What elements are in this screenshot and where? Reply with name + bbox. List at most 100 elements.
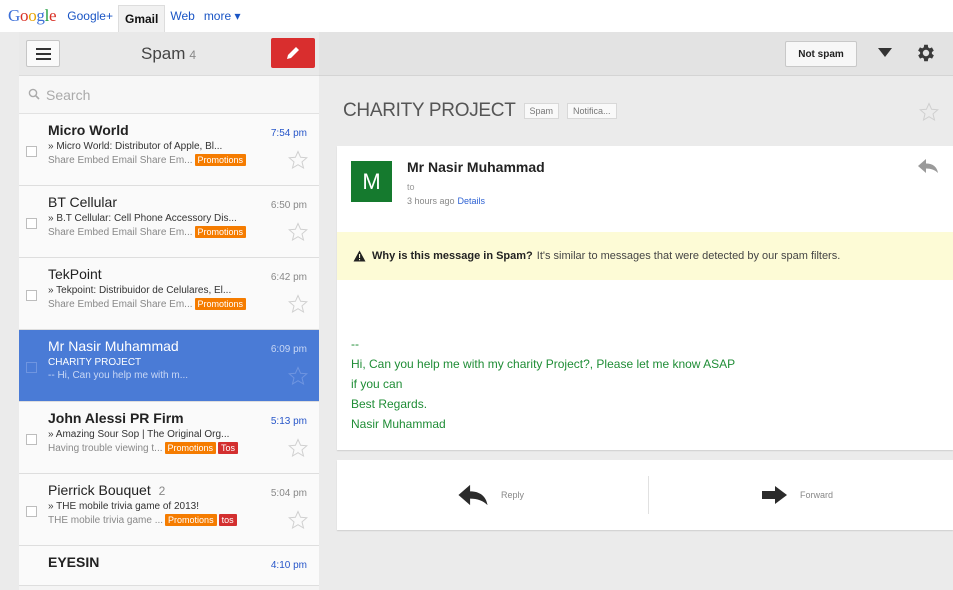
sender-name[interactable]: Mr Nasir Muhammad [407, 159, 545, 175]
reply-arrow-icon[interactable] [917, 158, 939, 174]
promotions-tag[interactable]: Promotions [164, 442, 217, 454]
forward-button[interactable]: Forward [762, 460, 833, 530]
search-icon [28, 88, 41, 101]
body-line: Nasir Muhammad [351, 417, 446, 431]
search-input[interactable]: Search [19, 76, 319, 114]
warning-text: It's similar to messages that were detec… [536, 250, 841, 262]
message-card: M Mr Nasir Muhammad to 3 hours ago Detail… [337, 146, 953, 450]
message-time: 3 hours ago Details [407, 196, 485, 206]
not-spam-button[interactable]: Not spam [785, 41, 857, 67]
label-spam[interactable]: Spam [523, 103, 560, 119]
list-item[interactable]: BT Cellular 6:50 pm » B.T Cellular: Cell… [19, 186, 319, 258]
details-link[interactable]: Details [458, 196, 486, 206]
body-line: -- [351, 337, 359, 351]
message-body: -- Hi, Can you help me with my charity P… [351, 334, 735, 434]
forward-label: Forward [800, 490, 834, 500]
star-icon[interactable] [288, 366, 308, 386]
list-item[interactable]: Micro World 7:54 pm » Micro World: Distr… [19, 114, 319, 186]
mail-snippet: Share Embed Email Share Em... Promotions [48, 226, 319, 238]
mail-snippet: Having trouble viewing t... Promotions Tos [48, 442, 319, 454]
star-icon[interactable] [288, 150, 308, 170]
promotions-tag[interactable]: Promotions [194, 226, 247, 238]
menu-icon [35, 57, 51, 60]
recipient-line: to [407, 182, 415, 192]
list-item[interactable]: John Alessi PR Firm 5:13 pm » Amazing So… [19, 402, 319, 474]
pencil-icon [287, 47, 299, 59]
folder-count: 4 [189, 48, 197, 62]
body-line: Hi, Can you help me with my charity Proj… [351, 357, 736, 371]
list-item[interactable]: Pierrick Bouquet 2 5:04 pm » THE mobile … [19, 474, 319, 546]
thread-subject-row: CHARITY PROJECT Spam Notifica... [343, 100, 617, 122]
message-toolbar: Not spam [319, 32, 953, 76]
reply-forward-bar: Reply Forward [337, 460, 953, 530]
google-logo[interactable]: Google [8, 6, 57, 26]
label-tag[interactable]: tos [218, 514, 237, 526]
mail-checkbox[interactable] [26, 506, 37, 517]
mail-checkbox[interactable] [26, 290, 37, 301]
sender-name: Pierrick Bouquet [48, 482, 151, 498]
caret-down-icon[interactable] [877, 46, 893, 58]
mail-time: 5:13 pm [270, 416, 307, 427]
reply-button[interactable]: Reply [457, 460, 524, 530]
spam-warning-banner: Why is this message in Spam? It's simila… [337, 232, 953, 280]
promotions-tag[interactable]: Promotions [194, 154, 247, 166]
list-item-selected[interactable]: Mr Nasir Muhammad 6:09 pm CHARITY PROJEC… [19, 330, 319, 402]
snippet-text: Share Embed Email Share Em... [48, 154, 193, 166]
gbar-web[interactable]: Web [165, 5, 199, 27]
gbar-more-label: more [203, 9, 232, 23]
gear-icon[interactable] [915, 42, 937, 64]
list-item[interactable]: EYESIN 4:10 pm [19, 546, 319, 586]
list-header: Spam 4 [19, 32, 319, 76]
mail-subject: » THE mobile trivia game of 2013! [48, 501, 200, 512]
promotions-tag[interactable]: Promotions [165, 514, 217, 526]
mail-checkbox[interactable] [26, 434, 37, 445]
promotions-tag[interactable]: Promotions [194, 298, 247, 310]
mail-time: 4:10 pm [270, 560, 307, 571]
reply-arrow-icon [458, 484, 488, 506]
mail-snippet: Share Embed Email Share Em... Promotions [48, 154, 319, 166]
mail-time: 7:54 pm [270, 128, 307, 139]
chevron-down-icon: ▾ [234, 9, 241, 23]
body-line: Best Regards. [351, 397, 428, 411]
avatar[interactable]: M [351, 161, 392, 202]
mail-subject: CHARITY PROJECT [48, 357, 142, 368]
label-tag[interactable]: Tos [218, 442, 239, 454]
gbar-gmail[interactable]: Gmail [117, 4, 166, 34]
search-placeholder: Search [46, 86, 91, 103]
warning-triangle-icon [353, 250, 366, 262]
list-item[interactable]: TekPoint 6:42 pm » Tekpoint: Distribuido… [19, 258, 319, 330]
mail-snippet: Share Embed Email Share Em... Promotions [48, 298, 319, 310]
folder-title: Spam 4 [141, 44, 196, 64]
gbar-google-plus[interactable]: Google+ [62, 5, 118, 27]
google-bar: Google Google+ Gmail Web more ▾ [0, 0, 953, 34]
label-notifications[interactable]: Notifica... [567, 103, 617, 119]
snippet-text: Share Embed Email Share Em... [48, 226, 193, 238]
snippet-text: Share Embed Email Share Em... [48, 298, 193, 310]
snippet-text: THE mobile trivia game ... [48, 514, 164, 526]
reply-label: Reply [501, 490, 525, 500]
thread-count: 2 [158, 484, 166, 498]
star-icon[interactable] [288, 510, 308, 530]
mail-time: 5:04 pm [270, 488, 307, 499]
gbar-more[interactable]: more ▾ [200, 5, 245, 27]
mail-subject: » Tekpoint: Distribuidor de Celulares, E… [48, 285, 232, 296]
compose-button[interactable] [271, 38, 315, 68]
body-line: if you can [351, 377, 403, 391]
divider [648, 476, 649, 514]
mail-subject: » Amazing Sour Sop | The Original Org... [48, 429, 230, 440]
star-icon[interactable] [288, 222, 308, 242]
mail-subject: » Micro World: Distributor of Apple, Bl.… [48, 141, 223, 152]
folder-name: Spam [141, 44, 186, 63]
menu-button[interactable] [26, 40, 60, 67]
mail-checkbox[interactable] [26, 362, 37, 373]
thread-subject: CHARITY PROJECT [343, 100, 516, 121]
forward-arrow-icon [762, 486, 787, 504]
star-icon[interactable] [919, 102, 939, 122]
mail-time: 6:09 pm [270, 344, 307, 355]
mail-checkbox[interactable] [26, 218, 37, 229]
mail-checkbox[interactable] [26, 146, 37, 157]
star-icon[interactable] [288, 438, 308, 458]
star-icon[interactable] [288, 294, 308, 314]
snippet-text: -- Hi, Can you help me with m... [48, 370, 189, 381]
mail-snippet: THE mobile trivia game ... Promotions tos [48, 514, 319, 526]
